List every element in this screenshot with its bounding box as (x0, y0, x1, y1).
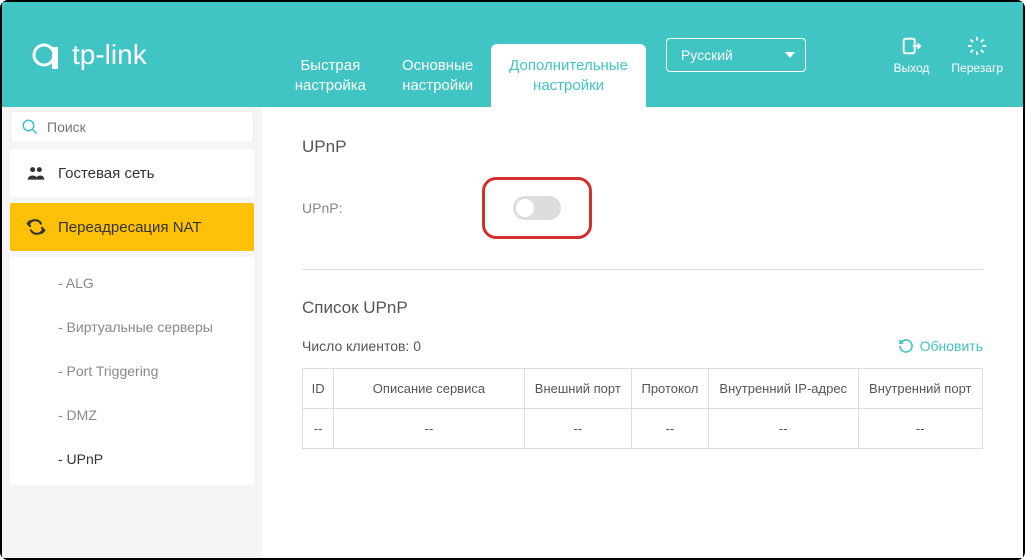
table-row: -- -- -- -- -- -- (303, 409, 983, 449)
cell-empty: -- (631, 409, 708, 449)
tab-quick-setup[interactable]: Быстрая настройка (277, 44, 384, 107)
logout-icon (900, 35, 922, 57)
upnp-field-row: UPnP: (302, 177, 983, 239)
cell-empty: -- (303, 409, 334, 449)
th-int-port: Внутренний порт (858, 369, 982, 409)
table-header-row: ID Описание сервиса Внешний порт Протоко… (303, 369, 983, 409)
clients-label: Число клиентов: (302, 338, 409, 354)
cell-empty: -- (524, 409, 631, 449)
header: tp-link Быстрая настройка Основные настр… (2, 2, 1023, 107)
refresh-button[interactable]: Обновить (898, 338, 983, 354)
tab-advanced[interactable]: Дополнительные настройки (491, 44, 646, 107)
tab-basic[interactable]: Основные настройки (384, 44, 491, 107)
language-select[interactable]: Русский (666, 38, 806, 72)
th-id: ID (303, 369, 334, 409)
th-int-ip: Внутренний IP-адрес (708, 369, 858, 409)
search-input[interactable] (47, 119, 243, 135)
submenu-port-triggering[interactable]: - Port Triggering (10, 349, 254, 393)
search-box[interactable] (10, 111, 254, 143)
sidebar: Гостевая сеть Переадресация NAT - ALG - … (2, 107, 262, 558)
submenu-nat: - ALG - Виртуальные серверы - Port Trigg… (10, 257, 254, 485)
sidebar-item-label: Гостевая сеть (58, 165, 154, 182)
th-protocol: Протокол (631, 369, 708, 409)
clients-value: 0 (413, 338, 421, 354)
sidebar-item-guest-network[interactable]: Гостевая сеть (10, 149, 254, 197)
cell-empty: -- (858, 409, 982, 449)
clients-row: Число клиентов: 0 Обновить (302, 338, 983, 354)
reboot-icon (966, 35, 988, 57)
refresh-label: Обновить (920, 338, 983, 354)
divider (302, 269, 983, 270)
clients-count: Число клиентов: 0 (302, 338, 421, 354)
nat-icon (26, 217, 46, 237)
language-value: Русский (681, 47, 733, 63)
upnp-toggle[interactable] (513, 196, 561, 220)
th-desc: Описание сервиса (334, 369, 524, 409)
logout-label: Выход (893, 61, 929, 75)
section-title-upnp: UPnP (302, 137, 983, 157)
brand-name: tp-link (72, 39, 147, 71)
logout-button[interactable]: Выход (893, 35, 929, 75)
upnp-toggle-highlight (482, 177, 592, 239)
submenu-dmz[interactable]: - DMZ (10, 393, 254, 437)
search-icon (21, 118, 39, 136)
upnp-label: UPnP: (302, 200, 482, 216)
tplink-logo-icon (32, 39, 64, 71)
cell-empty: -- (708, 409, 858, 449)
users-icon (26, 163, 46, 183)
section-title-upnp-list: Список UPnP (302, 298, 983, 318)
header-actions: Выход Перезагр (893, 35, 1003, 75)
sidebar-item-nat-forwarding[interactable]: Переадресация NAT (10, 203, 254, 251)
main-tabs: Быстрая настройка Основные настройки Доп… (277, 2, 646, 107)
reboot-button[interactable]: Перезагр (951, 35, 1003, 75)
cell-empty: -- (334, 409, 524, 449)
upnp-table: ID Описание сервиса Внешний порт Протоко… (302, 368, 983, 449)
reboot-label: Перезагр (951, 61, 1003, 75)
th-ext-port: Внешний порт (524, 369, 631, 409)
sidebar-item-label: Переадресация NAT (58, 219, 202, 236)
refresh-icon (898, 338, 914, 354)
layout: Гостевая сеть Переадресация NAT - ALG - … (2, 107, 1023, 558)
content: UPnP UPnP: Список UPnP Число клиентов: 0… (262, 107, 1023, 558)
submenu-virtual-servers[interactable]: - Виртуальные серверы (10, 305, 254, 349)
submenu-alg[interactable]: - ALG (10, 261, 254, 305)
brand-logo: tp-link (32, 39, 147, 71)
submenu-upnp[interactable]: - UPnP (10, 437, 254, 481)
